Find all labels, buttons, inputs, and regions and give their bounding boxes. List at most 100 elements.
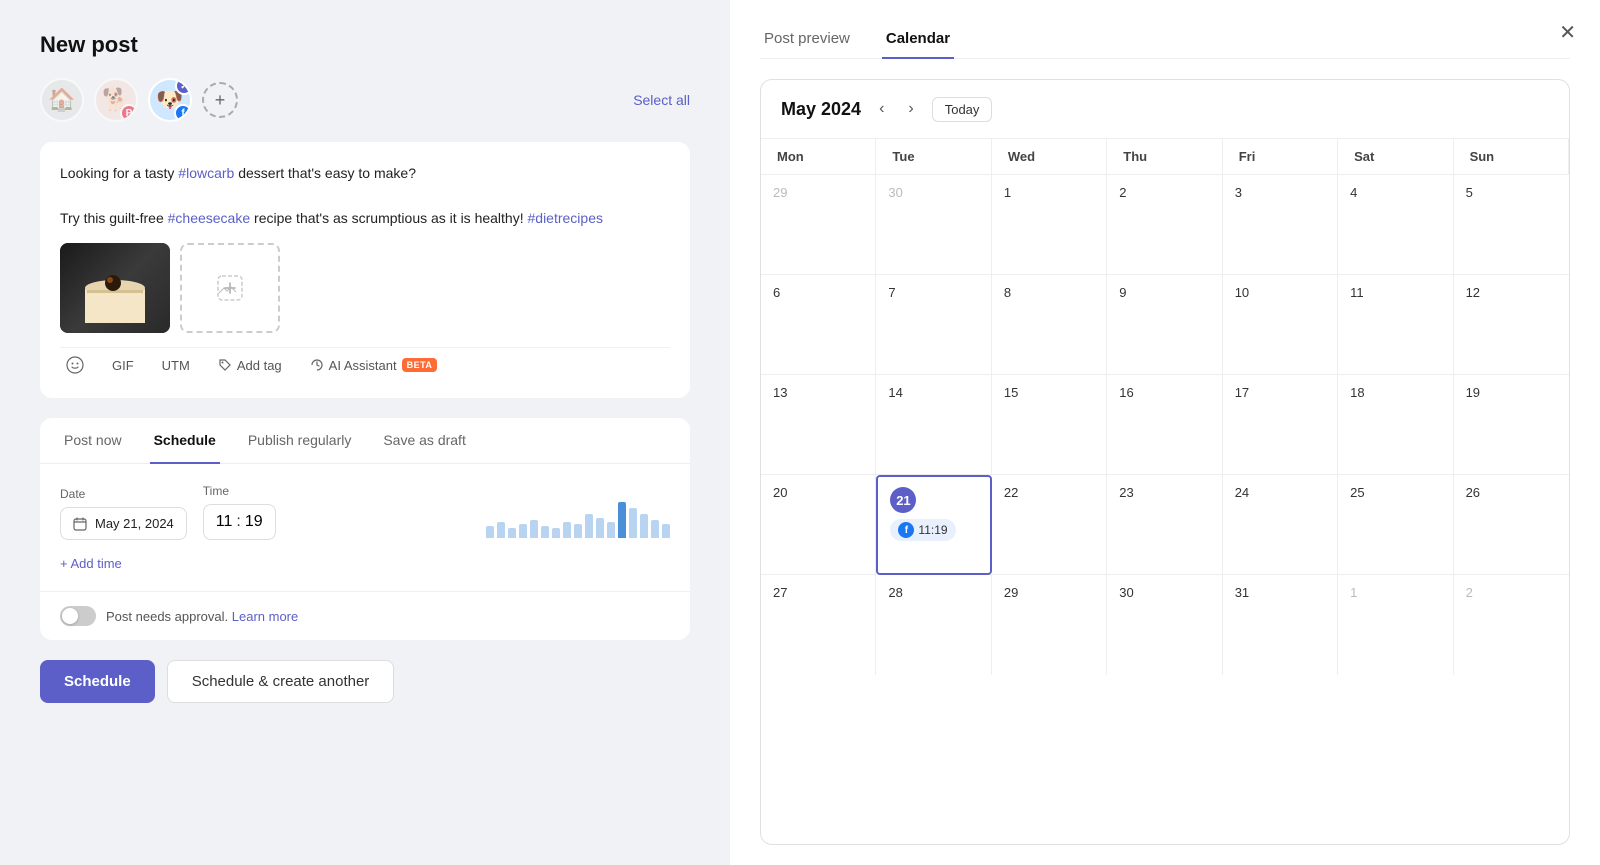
day-number: 22 — [1004, 485, 1094, 500]
account-avatar-1[interactable]: 🏠 — [40, 78, 84, 122]
chart-bar-9 — [585, 514, 593, 538]
cal-cell-27[interactable]: 27 — [761, 575, 876, 675]
cal-cell-1[interactable]: 1 — [992, 175, 1107, 275]
schedule-button[interactable]: Schedule — [40, 660, 155, 703]
cal-cell-12[interactable]: 12 — [1454, 275, 1569, 375]
gif-button[interactable]: GIF — [106, 354, 140, 377]
select-all-link[interactable]: Select all — [633, 92, 690, 108]
page-title: New post — [40, 32, 690, 58]
right-panel: ✕ Post preview Calendar May 2024 ‹ › Tod… — [730, 0, 1600, 865]
learn-more-link[interactable]: Learn more — [232, 609, 298, 624]
cal-cell-26[interactable]: 26 — [1454, 475, 1569, 575]
cal-cell-17[interactable]: 17 — [1223, 375, 1338, 475]
chart-bar-10 — [596, 518, 604, 538]
day-number: 13 — [773, 385, 863, 400]
post-text: Looking for a tasty #lowcarb dessert tha… — [60, 162, 670, 229]
tab-publish-regularly[interactable]: Publish regularly — [244, 418, 356, 464]
cal-cell-3[interactable]: 3 — [1223, 175, 1338, 275]
emoji-button[interactable] — [60, 352, 90, 378]
fb-icon: f — [898, 522, 914, 538]
beta-badge: BETA — [402, 358, 438, 372]
day-number: 9 — [1119, 285, 1209, 300]
cal-cell-6[interactable]: 6 — [761, 275, 876, 375]
cal-cell-30-prev[interactable]: 30 — [876, 175, 991, 275]
ai-assistant-button[interactable]: AI Assistant BETA — [304, 354, 444, 377]
date-input[interactable]: May 21, 2024 — [60, 507, 187, 540]
utm-button[interactable]: UTM — [156, 354, 196, 377]
day-number: 15 — [1004, 385, 1094, 400]
chart-bar-2 — [508, 528, 516, 538]
day-number: 7 — [888, 285, 978, 300]
day-number: 29 — [1004, 585, 1094, 600]
event-chip[interactable]: f 11:19 — [890, 519, 955, 541]
day-number: 17 — [1235, 385, 1325, 400]
cal-cell-25[interactable]: 25 — [1338, 475, 1453, 575]
approval-row: Post needs approval. Learn more — [40, 591, 690, 640]
cal-cell-20[interactable]: 20 — [761, 475, 876, 575]
cal-cell-10[interactable]: 10 — [1223, 275, 1338, 375]
calendar-next-button[interactable]: › — [902, 96, 919, 122]
cal-cell-29-prev[interactable]: 29 — [761, 175, 876, 275]
cal-cell-11[interactable]: 11 — [1338, 275, 1453, 375]
day-number: 1 — [1350, 585, 1440, 600]
cal-cell-2-next[interactable]: 2 — [1454, 575, 1569, 675]
cal-cell-1-next[interactable]: 1 — [1338, 575, 1453, 675]
chart-bar-11 — [607, 522, 615, 538]
day-header-thu: Thu — [1107, 139, 1222, 175]
cal-cell-18[interactable]: 18 — [1338, 375, 1453, 475]
calendar-icon — [73, 517, 87, 531]
cal-cell-8[interactable]: 8 — [992, 275, 1107, 375]
cal-cell-23[interactable]: 23 — [1107, 475, 1222, 575]
cal-cell-9[interactable]: 9 — [1107, 275, 1222, 375]
cal-cell-5[interactable]: 5 — [1454, 175, 1569, 275]
chart-bar-15 — [651, 520, 659, 538]
cal-cell-31[interactable]: 31 — [1223, 575, 1338, 675]
cal-cell-4[interactable]: 4 — [1338, 175, 1453, 275]
day-number: 30 — [888, 185, 978, 200]
media-add-button[interactable] — [180, 243, 280, 333]
cal-cell-19[interactable]: 19 — [1454, 375, 1569, 475]
approval-toggle[interactable] — [60, 606, 96, 626]
left-panel: New post 🏠 🐕 P 🐶 ✓ f — [0, 0, 730, 865]
calendar-prev-button[interactable]: ‹ — [873, 96, 890, 122]
tab-schedule[interactable]: Schedule — [150, 418, 220, 464]
add-account-button[interactable]: + — [202, 82, 238, 118]
cal-cell-24[interactable]: 24 — [1223, 475, 1338, 575]
day-number: 18 — [1350, 385, 1440, 400]
schedule-and-create-button[interactable]: Schedule & create another — [167, 660, 395, 703]
cal-cell-13[interactable]: 13 — [761, 375, 876, 475]
cal-cell-15[interactable]: 15 — [992, 375, 1107, 475]
day-header-sun: Sun — [1454, 139, 1569, 175]
panel-tab-calendar[interactable]: Calendar — [882, 20, 954, 59]
media-thumbnail-1[interactable] — [60, 243, 170, 333]
cal-cell-22[interactable]: 22 — [992, 475, 1107, 575]
cal-cell-2[interactable]: 2 — [1107, 175, 1222, 275]
cal-cell-14[interactable]: 14 — [876, 375, 991, 475]
calendar-header: May 2024 ‹ › Today — [761, 80, 1569, 139]
cal-cell-16[interactable]: 16 — [1107, 375, 1222, 475]
cal-cell-21[interactable]: 21f11:19 — [876, 475, 991, 575]
tab-save-as-draft[interactable]: Save as draft — [379, 418, 470, 464]
add-time-button[interactable]: + Add time — [60, 556, 670, 571]
tab-post-now[interactable]: Post now — [60, 418, 126, 464]
account-avatar-3[interactable]: 🐶 ✓ f — [148, 78, 192, 122]
cal-cell-29[interactable]: 29 — [992, 575, 1107, 675]
panel-tab-post-preview[interactable]: Post preview — [760, 20, 854, 59]
cal-cell-28[interactable]: 28 — [876, 575, 991, 675]
calendar-grid: MonTueWedThuFriSatSun2930123456789101112… — [761, 139, 1569, 675]
cal-cell-7[interactable]: 7 — [876, 275, 991, 375]
calendar-today-button[interactable]: Today — [932, 97, 993, 122]
chart-bar-0 — [486, 526, 494, 538]
day-header-fri: Fri — [1223, 139, 1338, 175]
account-avatar-2[interactable]: 🐕 P — [94, 78, 138, 122]
time-input[interactable]: 11 : 19 — [203, 504, 276, 540]
event-time: 11:19 — [918, 523, 947, 537]
toggle-thumb — [62, 608, 78, 624]
chart-bar-1 — [497, 522, 505, 538]
cal-cell-30[interactable]: 30 — [1107, 575, 1222, 675]
day-header-sat: Sat — [1338, 139, 1453, 175]
approval-text: Post needs approval. Learn more — [106, 609, 298, 624]
day-number: 29 — [773, 185, 863, 200]
add-tag-button[interactable]: Add tag — [212, 354, 288, 377]
close-button[interactable]: ✕ — [1559, 20, 1576, 45]
